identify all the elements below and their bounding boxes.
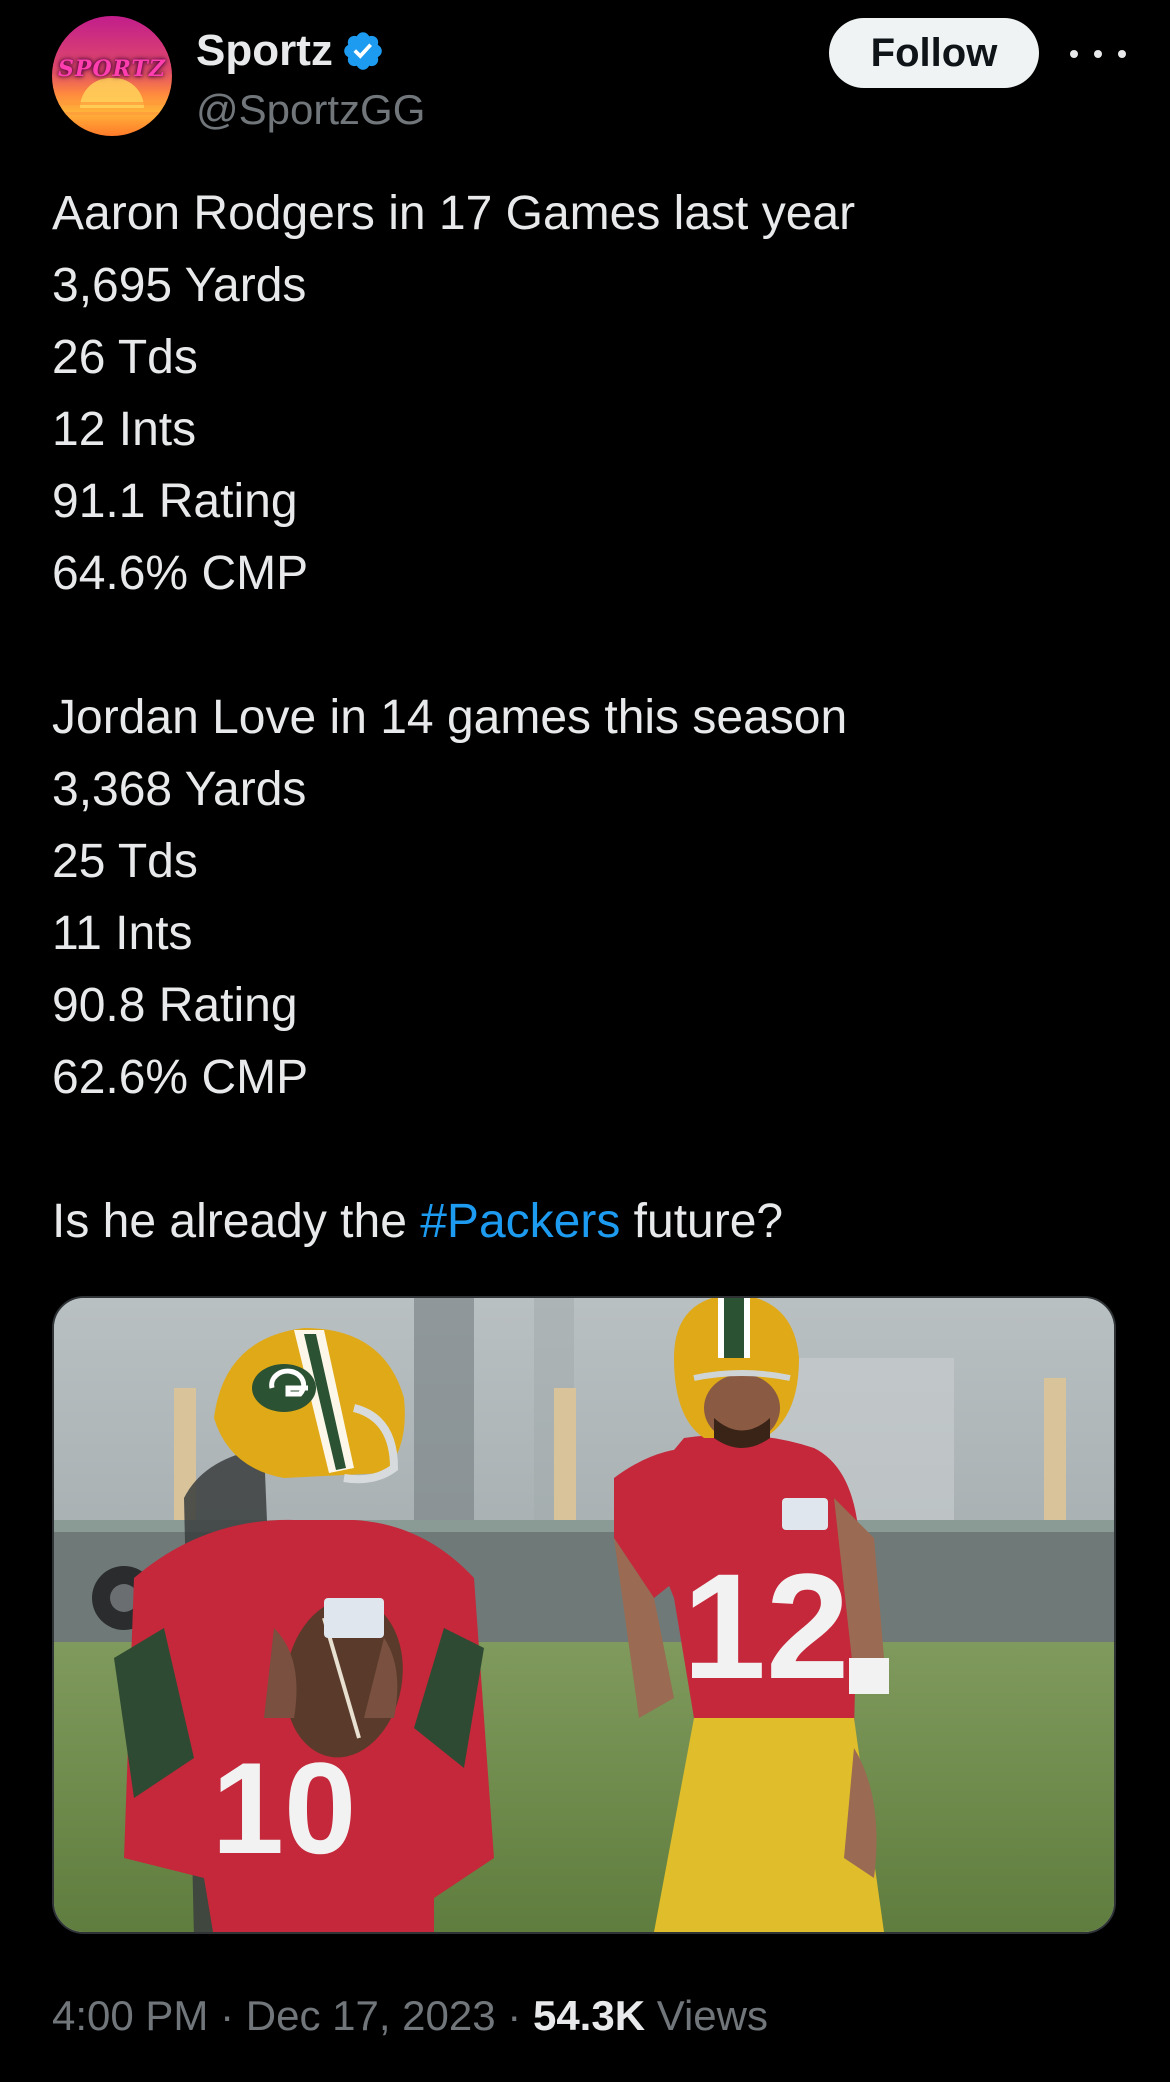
post-time[interactable]: 4:00 PM: [52, 1992, 208, 2039]
meta-separator: ·: [220, 1992, 235, 2039]
views-label: Views: [656, 1992, 768, 2039]
verified-badge-icon: [344, 32, 382, 70]
tweet-photo[interactable]: 10 12: [52, 1296, 1116, 1934]
right-jersey-number: 12: [683, 1542, 850, 1710]
left-jersey-number: 10: [212, 1735, 357, 1881]
dot: [1118, 50, 1126, 58]
tweet-line: Jordan Love in 14 games this season: [52, 691, 848, 744]
tweet-line: 90.8 Rating: [52, 979, 298, 1032]
question-suffix: future?: [620, 1195, 784, 1248]
tweet-line: 26 Tds: [52, 331, 198, 384]
tweet-line: 64.6% CMP: [52, 547, 309, 600]
tweet-line: 3,368 Yards: [52, 763, 307, 816]
author-handle[interactable]: @SportzGG: [196, 86, 425, 134]
author-name-row[interactable]: Sportz: [196, 26, 385, 76]
tweet-header: SPORTZ Sportz @SportzGG Follow: [52, 16, 1140, 146]
more-options-icon[interactable]: [1070, 34, 1126, 74]
avatar-stripe: [52, 112, 172, 115]
avatar-stripe: [52, 102, 172, 105]
football-practice-photo: 10 12: [54, 1298, 1114, 1932]
tweet-line: 25 Tds: [52, 835, 198, 888]
tweet-line: 62.6% CMP: [52, 1051, 309, 1104]
post-date[interactable]: Dec 17, 2023: [246, 1992, 496, 2039]
dot: [1070, 50, 1078, 58]
follow-button[interactable]: Follow: [829, 18, 1039, 88]
tweet-question: Is he already the #Packers future?: [52, 1186, 1132, 1258]
tweet-text: Aaron Rodgers in 17 Games last year 3,69…: [52, 178, 1132, 1258]
meta-separator: ·: [507, 1992, 522, 2039]
tweet-line: 3,695 Yards: [52, 259, 307, 312]
dot: [1094, 50, 1102, 58]
views-count: 54.3K: [532, 1992, 646, 2039]
author-name[interactable]: Sportz: [196, 26, 333, 76]
tweet-line: Aaron Rodgers in 17 Games last year: [52, 187, 856, 240]
avatar-logo-text: SPORTZ: [58, 56, 166, 82]
question-prefix: Is he already the: [52, 1195, 421, 1248]
tweet-line: 11 Ints: [52, 907, 193, 960]
hashtag-link[interactable]: #Packers: [420, 1195, 620, 1248]
goal-post: [554, 1388, 576, 1528]
goal-post: [1044, 1378, 1066, 1528]
building-column: [414, 1298, 474, 1528]
avatar[interactable]: SPORTZ: [52, 16, 172, 136]
tweet-line: 12 Ints: [52, 403, 197, 456]
tweet-meta: 4:00 PM · Dec 17, 2023 · 54.3K Views: [52, 1992, 768, 2040]
tweet-line: 91.1 Rating: [52, 475, 298, 528]
